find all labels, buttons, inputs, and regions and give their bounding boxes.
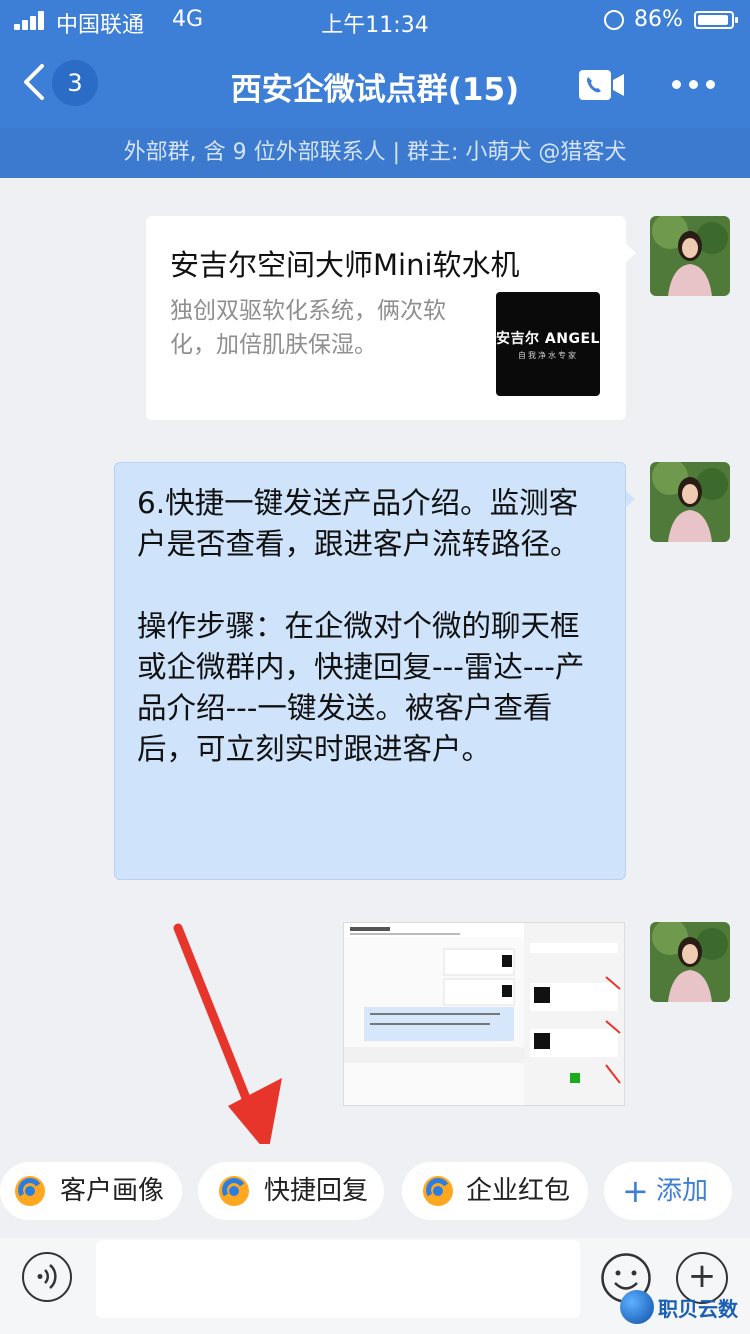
rotation-lock-icon (604, 10, 624, 30)
image-message-screenshot[interactable] (343, 922, 625, 1106)
group-info-bar[interactable]: 外部群, 含 9 位外部联系人 | 群主: 小萌犬 @猎客犬 (0, 128, 750, 178)
avatar[interactable] (650, 216, 730, 296)
more-options-icon[interactable] (672, 80, 716, 90)
app-logo-icon (219, 1176, 249, 1206)
text-message-bubble[interactable]: 6.快捷一键发送产品介绍。监测客户是否查看，跟进客户流转路径。 操作步骤：在企微… (114, 462, 626, 880)
watermark-text: 职贝云数 (658, 1297, 738, 1321)
voice-video-call-icon[interactable] (578, 68, 626, 102)
chat-title: 西安企微试点群(15) (230, 72, 520, 108)
quick-action-label: 快捷回复 (264, 1176, 369, 1206)
status-bar: 中国联通 4G 上午11:34 86% (0, 0, 750, 40)
bubble-tail (626, 244, 636, 262)
product-thumbnail: 安吉尔 ANGEL 自我净水专家 (496, 292, 600, 396)
message-text: 6.快捷一键发送产品介绍。监测客户是否查看，跟进客户流转路径。 操作步骤：在企微… (137, 486, 585, 766)
battery-icon (694, 11, 738, 29)
plus-icon: + (622, 1172, 649, 1210)
quick-reply-button[interactable]: 快捷回复 (198, 1162, 384, 1220)
quick-action-bar: 客户画像 快捷回复 企业红包 + 添加 (0, 1144, 750, 1238)
customer-profile-button[interactable]: 客户画像 (0, 1162, 182, 1220)
top-bar: 中国联通 4G 上午11:34 86% 3 西安企微试点群(15) (0, 0, 750, 128)
voice-input-icon[interactable] (22, 1252, 72, 1302)
annotation-arrow (173, 923, 282, 1154)
watermark-logo-icon (620, 1290, 654, 1324)
quick-action-label: 客户画像 (60, 1176, 165, 1206)
battery-percent: 86% (634, 7, 683, 32)
brand-slogan: 自我净水专家 (518, 351, 578, 360)
screenshot-preview (344, 923, 624, 1105)
product-card-description: 独创双驱软化系统，俩次软化，加倍肌肤保湿。 (170, 298, 446, 358)
avatar[interactable] (650, 462, 730, 542)
quick-action-label: 企业红包 (466, 1176, 571, 1206)
app-logo-icon (15, 1176, 45, 1206)
watermark: 职贝云数 (620, 1284, 750, 1328)
quick-action-label: 添加 (656, 1176, 709, 1206)
bubble-tail (625, 490, 635, 508)
product-card-title: 安吉尔空间大师Mini软水机 (170, 248, 520, 282)
app-logo-icon (423, 1176, 453, 1206)
enterprise-red-packet-button[interactable]: 企业红包 (402, 1162, 588, 1220)
brand-logo-text: 安吉尔 ANGEL (496, 331, 600, 347)
message-input-field[interactable] (96, 1240, 580, 1318)
add-quick-action-button[interactable]: + 添加 (604, 1162, 732, 1220)
avatar[interactable] (650, 922, 730, 1002)
product-card-message[interactable]: 安吉尔空间大师Mini软水机 独创双驱软化系统，俩次软化，加倍肌肤保湿。 安吉尔… (146, 216, 626, 420)
